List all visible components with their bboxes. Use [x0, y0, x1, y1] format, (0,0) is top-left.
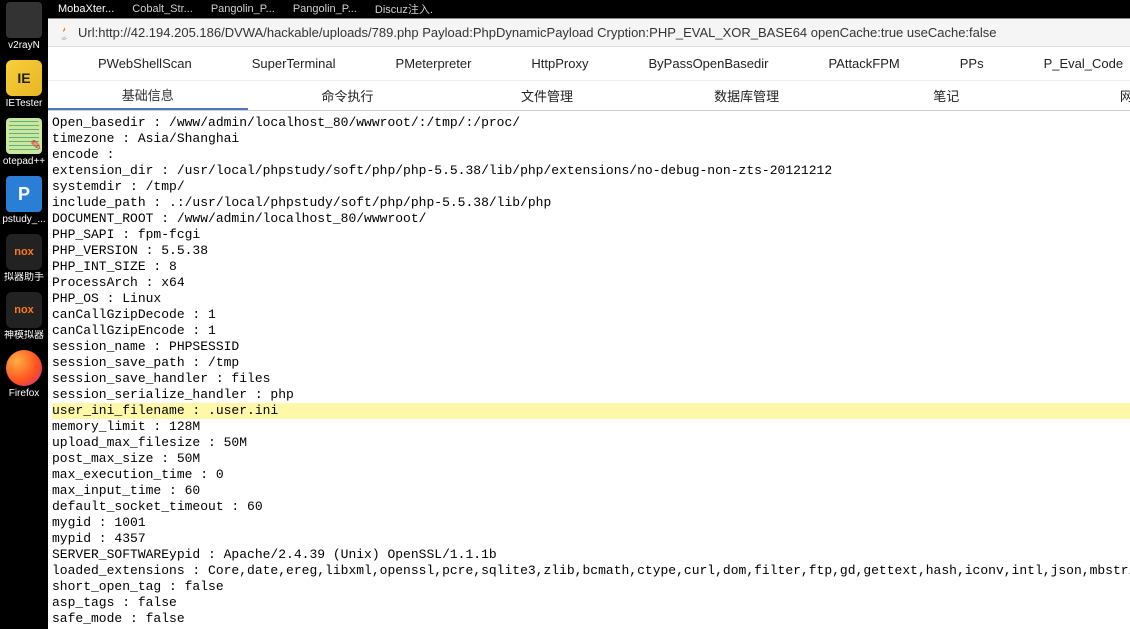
- sub-tabs: 基础信息命令执行文件管理数据库管理笔记网络详情: [48, 81, 1130, 111]
- plugin-tab-p_eval_code[interactable]: P_Eval_Code: [1014, 47, 1130, 80]
- window-tab-1[interactable]: Cobalt_Str...: [126, 3, 199, 15]
- info-line: max_input_time : 60: [52, 483, 1130, 499]
- info-line: asp_tags : false: [52, 595, 1130, 611]
- window-tab-0[interactable]: MobaXter...: [52, 3, 120, 15]
- taskbar-app-3[interactable]: pstudy_...: [0, 176, 48, 226]
- info-line: PHP_OS : Linux: [52, 291, 1130, 307]
- taskbar-label: v2rayN: [0, 40, 50, 52]
- info-line: safe_mode : false: [52, 611, 1130, 627]
- info-line: session_save_handler : files: [52, 371, 1130, 387]
- info-line: session_save_path : /tmp: [52, 355, 1130, 371]
- taskbar-app-1[interactable]: IETester: [0, 60, 48, 110]
- info-line: canCallGzipDecode : 1: [52, 307, 1130, 323]
- info-line: systemdir : /tmp/: [52, 179, 1130, 195]
- ff-icon: [6, 350, 42, 386]
- info-line: upload_max_filesize : 50M: [52, 435, 1130, 451]
- taskbar-app-4[interactable]: nox 拟器助手: [0, 234, 48, 284]
- taskbar-label: Firefox: [0, 388, 50, 400]
- plugin-tab-superterminal[interactable]: SuperTerminal: [222, 47, 366, 80]
- np-icon: [6, 118, 42, 154]
- sub-tab-3[interactable]: 数据库管理: [647, 81, 847, 110]
- window-tabs: MobaXter... Cobalt_Str... Pangolin_P... Pan…: [48, 0, 1130, 18]
- sub-tab-5[interactable]: 网络详情: [1046, 81, 1130, 110]
- sub-tab-4[interactable]: 笔记: [846, 81, 1046, 110]
- info-line: max_execution_time : 0: [52, 467, 1130, 483]
- info-line: PHP_SAPI : fpm-fcgi: [52, 227, 1130, 243]
- info-line: encode :: [52, 147, 1130, 163]
- taskbar-label: 拟器助手: [0, 272, 50, 284]
- plugin-tab-pattackfpm[interactable]: PAttackFPM: [798, 47, 929, 80]
- sub-tab-0[interactable]: 基础信息: [48, 81, 248, 110]
- window-tab-3[interactable]: Pangolin_P...: [287, 3, 363, 15]
- taskbar-app-2[interactable]: otepad++: [0, 118, 48, 168]
- info-line: PHP_VERSION : 5.5.38: [52, 243, 1130, 259]
- taskbar-label: IETester: [0, 98, 50, 110]
- info-line: Open_basedir : /www/admin/localhost_80/w…: [52, 115, 1130, 131]
- info-line: PHP_INT_SIZE : 8: [52, 259, 1130, 275]
- info-line: timezone : Asia/Shanghai: [52, 131, 1130, 147]
- info-line: extension_dir : /usr/local/phpstudy/soft…: [52, 163, 1130, 179]
- info-line: ProcessArch : x64: [52, 275, 1130, 291]
- pp-icon: [6, 176, 42, 212]
- window-tab-4[interactable]: Discuz注入.: [369, 1, 439, 17]
- taskbar-app-5[interactable]: nox 神模拟器: [0, 292, 48, 342]
- info-line: session_serialize_handler : php: [52, 387, 1130, 403]
- taskbar-app-6[interactable]: Firefox: [0, 350, 48, 400]
- taskbar-label: pstudy_...: [0, 214, 50, 226]
- plugin-tab-pwebshellscan[interactable]: PWebShellScan: [68, 47, 222, 80]
- info-line: user_ini_filename : .user.ini: [52, 403, 1130, 419]
- plugin-tabs: PWebShellScanSuperTerminalPMeterpreterHt…: [48, 47, 1130, 81]
- plugin-tab-httpproxy[interactable]: HttpProxy: [501, 47, 618, 80]
- info-line: mypid : 4357: [52, 531, 1130, 547]
- info-line: include_path : .:/usr/local/phpstudy/sof…: [52, 195, 1130, 211]
- nox-icon: nox: [6, 292, 42, 328]
- app-icon: [6, 2, 42, 38]
- info-line: session_name : PHPSESSID: [52, 339, 1130, 355]
- taskbar-label: otepad++: [0, 156, 50, 168]
- info-line: default_socket_timeout : 60: [52, 499, 1130, 515]
- plugin-tab-bypassopenbasedir[interactable]: ByPassOpenBasedir: [619, 47, 799, 80]
- url-info-bar: Url:http://42.194.205.186/DVWA/hackable/…: [48, 19, 1130, 47]
- app-window: Url:http://42.194.205.186/DVWA/hackable/…: [48, 18, 1130, 629]
- window-tab-2[interactable]: Pangolin_P...: [205, 3, 281, 15]
- taskbar-label: 神模拟器: [0, 330, 50, 342]
- taskbar-app-0[interactable]: v2rayN: [0, 2, 48, 52]
- info-line: canCallGzipEncode : 1: [52, 323, 1130, 339]
- info-line: post_max_size : 50M: [52, 451, 1130, 467]
- ie-icon: [6, 60, 42, 96]
- nox-icon: nox: [6, 234, 42, 270]
- info-line: SERVER_SOFTWAREypid : Apache/2.4.39 (Uni…: [52, 547, 1130, 563]
- desktop-taskbar: v2rayNIETesterotepad++pstudy_...nox拟器助手n…: [0, 0, 48, 629]
- info-line: loaded_extensions : Core,date,ereg,libxm…: [52, 563, 1130, 579]
- sub-tab-2[interactable]: 文件管理: [447, 81, 647, 110]
- info-line: DOCUMENT_ROOT : /www/admin/localhost_80/…: [52, 211, 1130, 227]
- plugin-tab-pmeterpreter[interactable]: PMeterpreter: [366, 47, 502, 80]
- java-icon: [56, 25, 72, 41]
- info-line: memory_limit : 128M: [52, 419, 1130, 435]
- info-content[interactable]: Open_basedir : /www/admin/localhost_80/w…: [48, 111, 1130, 629]
- info-line: mygid : 1001: [52, 515, 1130, 531]
- url-text: Url:http://42.194.205.186/DVWA/hackable/…: [78, 25, 997, 40]
- info-line: short_open_tag : false: [52, 579, 1130, 595]
- plugin-tab-pps[interactable]: PPs: [930, 47, 1014, 80]
- sub-tab-1[interactable]: 命令执行: [248, 81, 448, 110]
